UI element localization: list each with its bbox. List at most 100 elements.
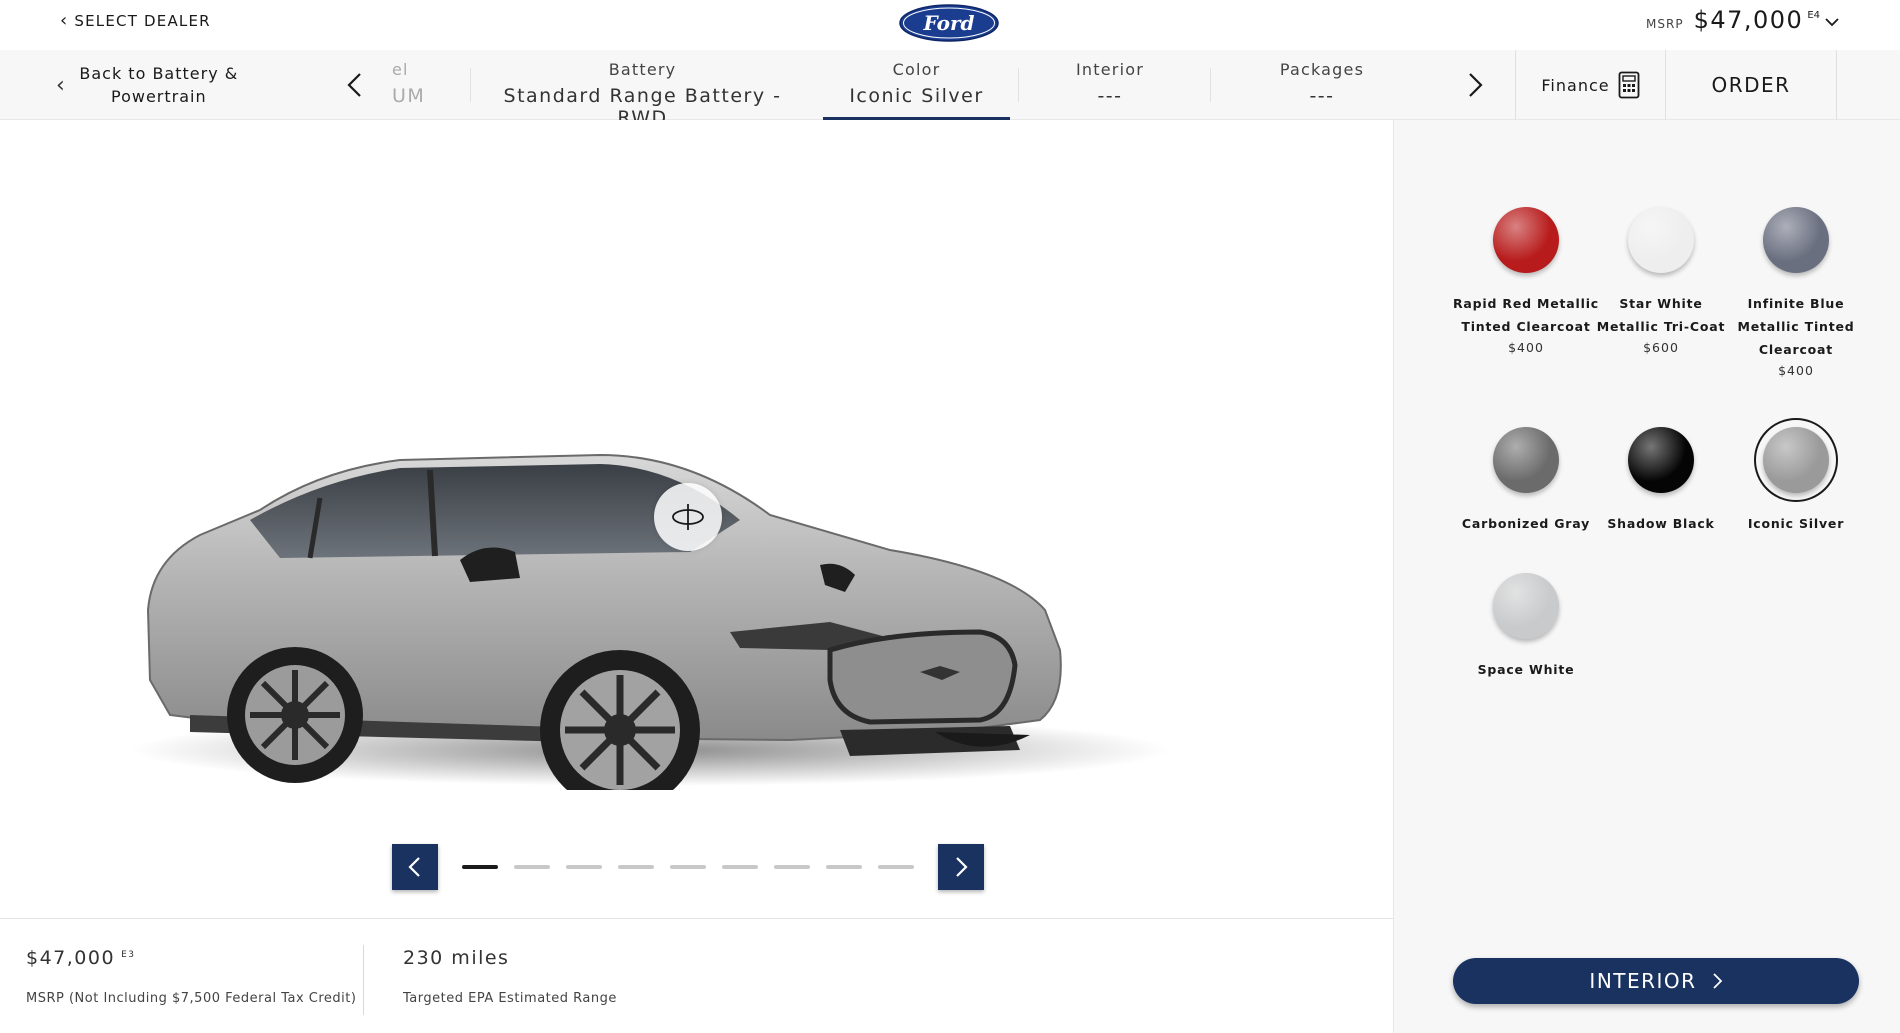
ford-logo[interactable]: Ford <box>898 3 1000 43</box>
total-price: $47,000 <box>26 947 116 969</box>
color-swatch[interactable]: Iconic Silver <box>1721 418 1871 535</box>
color-name: Carbonized Gray <box>1461 516 1591 531</box>
msrp-label: MSRP <box>1646 17 1684 31</box>
step-value: UM <box>392 85 426 107</box>
step-color[interactable]: Color Iconic Silver <box>823 50 1010 120</box>
color-name: Star White Metallic Tri-Coat <box>1596 296 1726 334</box>
back-to-battery-button[interactable]: ‹ Back to Battery & Powertrain <box>56 62 239 108</box>
chevron-down-icon[interactable] <box>1824 14 1840 30</box>
color-swatch[interactable]: Carbonized Gray <box>1451 418 1601 535</box>
select-dealer-link[interactable]: ‹ SELECT DEALER <box>60 10 211 31</box>
rotate-360-icon <box>672 504 704 530</box>
ford-logo-text: Ford <box>923 11 975 35</box>
chevron-left-icon <box>408 857 420 877</box>
color-chip <box>1493 207 1559 273</box>
color-options-panel: Rapid Red Metallic Tinted Clearcoat $400 S… <box>1393 120 1900 1033</box>
carousel-dot[interactable] <box>670 865 706 869</box>
range-summary: 230 miles Targeted EPA Estimated Range <box>403 947 617 1006</box>
carousel-dot[interactable] <box>618 865 654 869</box>
carousel-dot[interactable] <box>514 865 550 869</box>
order-button[interactable]: ORDER <box>1665 50 1837 120</box>
color-chip <box>1763 427 1829 493</box>
step-label: Packages <box>1279 60 1365 79</box>
color-price: $400 <box>1778 363 1814 378</box>
color-swatch[interactable]: Rapid Red Metallic Tinted Clearcoat $400 <box>1451 198 1601 355</box>
carousel-dots <box>438 865 938 869</box>
interior-next-button[interactable]: INTERIOR <box>1453 958 1859 1004</box>
image-carousel <box>392 844 984 890</box>
color-swatch[interactable]: Star White Metallic Tri-Coat $600 <box>1586 198 1736 355</box>
step-battery[interactable]: Battery Standard Range Battery - RWD <box>480 50 805 129</box>
color-price: $400 <box>1508 340 1544 355</box>
msrp-price: $47,000 <box>1693 6 1804 34</box>
color-swatch[interactable]: Space White <box>1451 564 1601 681</box>
color-swatch[interactable]: Infinite Blue Metallic Tinted Clearcoat $… <box>1721 198 1871 378</box>
select-dealer-label: SELECT DEALER <box>74 12 211 30</box>
carousel-prev-button[interactable] <box>392 844 438 890</box>
steps-next-arrow-icon[interactable] <box>1460 70 1490 100</box>
summary-divider <box>363 945 364 1015</box>
step-interior[interactable]: Interior --- <box>1030 50 1190 120</box>
color-chip <box>1493 427 1559 493</box>
step-label: Battery <box>608 60 677 79</box>
top-header: ‹ SELECT DEALER Ford MSRP $47,000 E4 <box>0 0 1900 50</box>
step-navigation: ‹ Back to Battery & Powertrain el UM Bat… <box>0 50 1900 129</box>
color-swatch-ring <box>1484 564 1568 648</box>
carousel-dot[interactable] <box>462 865 498 869</box>
step-value: --- <box>1097 85 1123 107</box>
step-label: Interior <box>1076 60 1144 79</box>
price-footnote[interactable]: E3 <box>121 950 135 960</box>
color-chip <box>1493 573 1559 639</box>
rotate-360-button[interactable] <box>654 483 722 551</box>
step-value: --- <box>1309 85 1335 107</box>
step-label: el <box>392 60 409 79</box>
color-name: Infinite Blue Metallic Tinted Clearcoat <box>1737 296 1855 357</box>
chevron-right-icon <box>956 857 968 877</box>
carousel-next-button[interactable] <box>938 844 984 890</box>
color-chip <box>1628 427 1694 493</box>
step-packages[interactable]: Packages --- <box>1222 50 1422 120</box>
carousel-dot[interactable] <box>722 865 758 869</box>
msrp-footnote: E4 <box>1807 10 1820 21</box>
color-swatch-ring <box>1754 198 1838 282</box>
step-model-partial[interactable]: el UM <box>392 50 428 120</box>
steps-prev-arrow-icon[interactable] <box>340 70 370 100</box>
range-value: 230 miles <box>403 947 510 969</box>
interior-button-label: INTERIOR <box>1589 969 1697 993</box>
color-name: Rapid Red Metallic Tinted Clearcoat <box>1453 296 1599 334</box>
step-divider <box>470 68 471 102</box>
vehicle-viewer[interactable] <box>0 120 1393 918</box>
color-swatch-ring <box>1484 198 1568 282</box>
color-price: $600 <box>1643 340 1679 355</box>
step-value: Iconic Silver <box>849 85 984 107</box>
price-summary: $47,000 E3 MSRP (Not Including $7,500 Fed… <box>26 947 356 1006</box>
chevron-left-icon: ‹ <box>56 72 65 98</box>
color-swatch-ring <box>1619 418 1703 502</box>
range-caption: Targeted EPA Estimated Range <box>403 991 617 1006</box>
color-name: Space White <box>1477 662 1575 677</box>
carousel-dot[interactable] <box>566 865 602 869</box>
color-chip <box>1763 207 1829 273</box>
carousel-dot[interactable] <box>774 865 810 869</box>
color-swatch-ring <box>1754 418 1838 502</box>
carousel-dot[interactable] <box>826 865 862 869</box>
price-caption: MSRP (Not Including $7,500 Federal Tax C… <box>26 991 357 1006</box>
finance-label: Finance <box>1541 75 1610 95</box>
vehicle-image[interactable] <box>130 320 1220 790</box>
step-divider <box>1018 68 1019 102</box>
msrp-summary[interactable]: MSRP $47,000 E4 <box>1646 6 1820 34</box>
color-swatch[interactable]: Shadow Black <box>1586 418 1736 535</box>
calculator-icon <box>1618 71 1640 99</box>
step-divider <box>1210 68 1211 102</box>
price-summary-bar: $47,000 E3 MSRP (Not Including $7,500 Fed… <box>0 918 1393 1033</box>
carousel-dot[interactable] <box>878 865 914 869</box>
color-name: Iconic Silver <box>1747 516 1845 531</box>
color-name: Shadow Black <box>1607 516 1715 531</box>
finance-button[interactable]: Finance <box>1515 50 1665 120</box>
color-swatch-ring <box>1619 198 1703 282</box>
back-step-label: Back to Battery & Powertrain <box>79 64 239 106</box>
color-swatch-ring <box>1484 418 1568 502</box>
color-chip <box>1628 207 1694 273</box>
chevron-left-icon: ‹ <box>60 10 69 31</box>
step-label: Color <box>892 60 941 79</box>
